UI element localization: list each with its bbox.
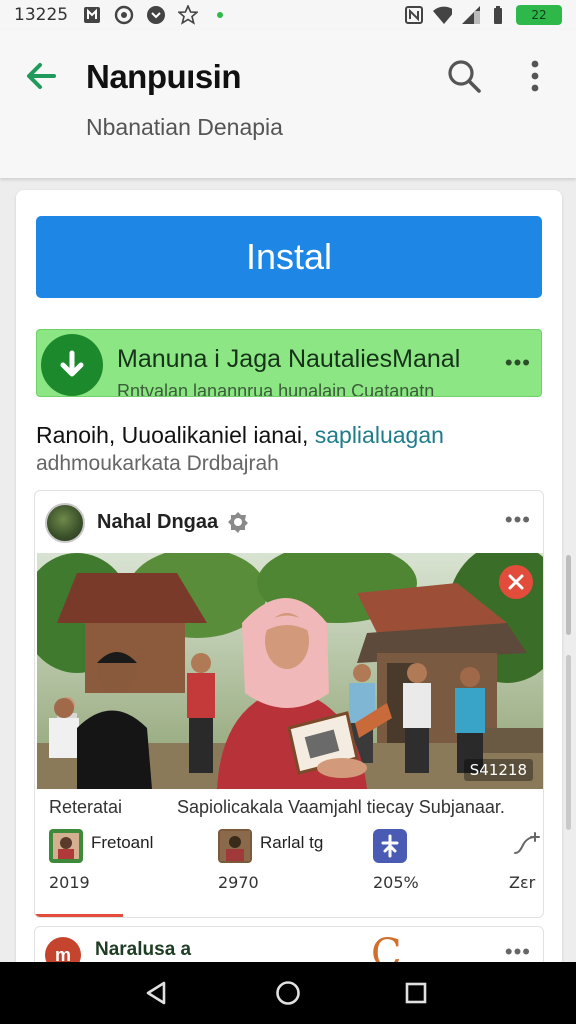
dot-icon <box>210 5 230 25</box>
system-nav-bar <box>0 962 576 1024</box>
post-progress-bar <box>35 914 123 917</box>
page-title: Nanpuısin <box>86 58 242 95</box>
battery-small-icon <box>488 5 508 25</box>
nav-home-icon[interactable] <box>274 979 302 1007</box>
download-icon <box>41 334 103 396</box>
stat-value: 205% <box>373 873 419 892</box>
photo-thumb-icon <box>218 829 252 863</box>
chat-icon <box>146 5 166 25</box>
avatar[interactable] <box>45 503 85 543</box>
notification-icon <box>82 5 102 25</box>
nav-recents-icon[interactable] <box>402 979 430 1007</box>
search-icon[interactable] <box>444 56 484 96</box>
install-button[interactable]: Instal <box>36 216 542 298</box>
stat-label: Fretoanl <box>91 833 154 852</box>
page-subtitle: Nbanatian Denapia <box>86 114 283 140</box>
description-main: Ranoih, Uuoalikaniel ianai, <box>36 422 309 448</box>
stat-label: Rarlal tg <box>260 833 324 852</box>
settings-app-icon <box>373 829 407 863</box>
overflow-menu-icon[interactable] <box>520 56 550 96</box>
post-author[interactable]: Nahal Dngaa <box>97 511 218 534</box>
download-banner[interactable]: Manuna i Jaga NautaliesManal Rntvalan la… <box>36 329 542 397</box>
post-author[interactable]: Naralusa a <box>95 939 191 961</box>
description-link[interactable]: saplialuagan <box>315 422 444 448</box>
photo-counter: S41218 <box>463 759 533 781</box>
wifi-icon <box>432 5 452 25</box>
post-photo[interactable]: S41218 <box>37 553 543 789</box>
post-caption-left: Reteratai <box>49 797 123 817</box>
photo-thumb-icon <box>49 829 83 863</box>
signal-icon <box>460 5 480 25</box>
app-icon <box>114 5 134 25</box>
status-time: 13225 <box>14 5 69 25</box>
nav-back-icon[interactable] <box>142 979 170 1007</box>
post-more-icon[interactable]: ••• <box>505 507 531 533</box>
description-secondary: adhmoukarkata Drdbajrah <box>36 452 279 475</box>
post-card[interactable]: Nahal Dngaa ••• S41218 Reteratai Sapioli… <box>34 490 544 918</box>
scrollbar-track[interactable] <box>566 655 571 830</box>
share-icon <box>509 829 543 863</box>
battery-icon: 22 <box>516 5 562 25</box>
scrollbar[interactable] <box>566 555 571 635</box>
nfc-icon <box>404 5 424 25</box>
stat-value: 2019 <box>49 873 90 892</box>
download-title: Manuna i Jaga NautaliesManal <box>117 345 461 373</box>
stat-value: Zεr <box>509 873 536 892</box>
content-card: Instal Manuna i Jaga NautaliesManal Rntv… <box>16 190 562 970</box>
download-subtitle: Rntvalan lanannrua hunalain Cuatanatn <box>117 381 435 397</box>
post-caption-right: Sapiolicakala Vaamjahl tiecay Subjanaar. <box>177 797 505 817</box>
status-bar: 13225 22 <box>0 0 576 30</box>
star-icon <box>178 5 199 25</box>
description-text: Ranoih, Uuoalikaniel ianai, saplialuagan <box>36 422 444 449</box>
stat-value: 2970 <box>218 873 259 892</box>
app-bar: Nanpuısin Nbanatian Denapia <box>0 30 576 178</box>
back-arrow-icon[interactable] <box>22 56 62 96</box>
download-more-icon[interactable]: ••• <box>505 350 531 376</box>
close-icon[interactable] <box>499 565 533 599</box>
verified-badge-icon <box>227 511 249 533</box>
